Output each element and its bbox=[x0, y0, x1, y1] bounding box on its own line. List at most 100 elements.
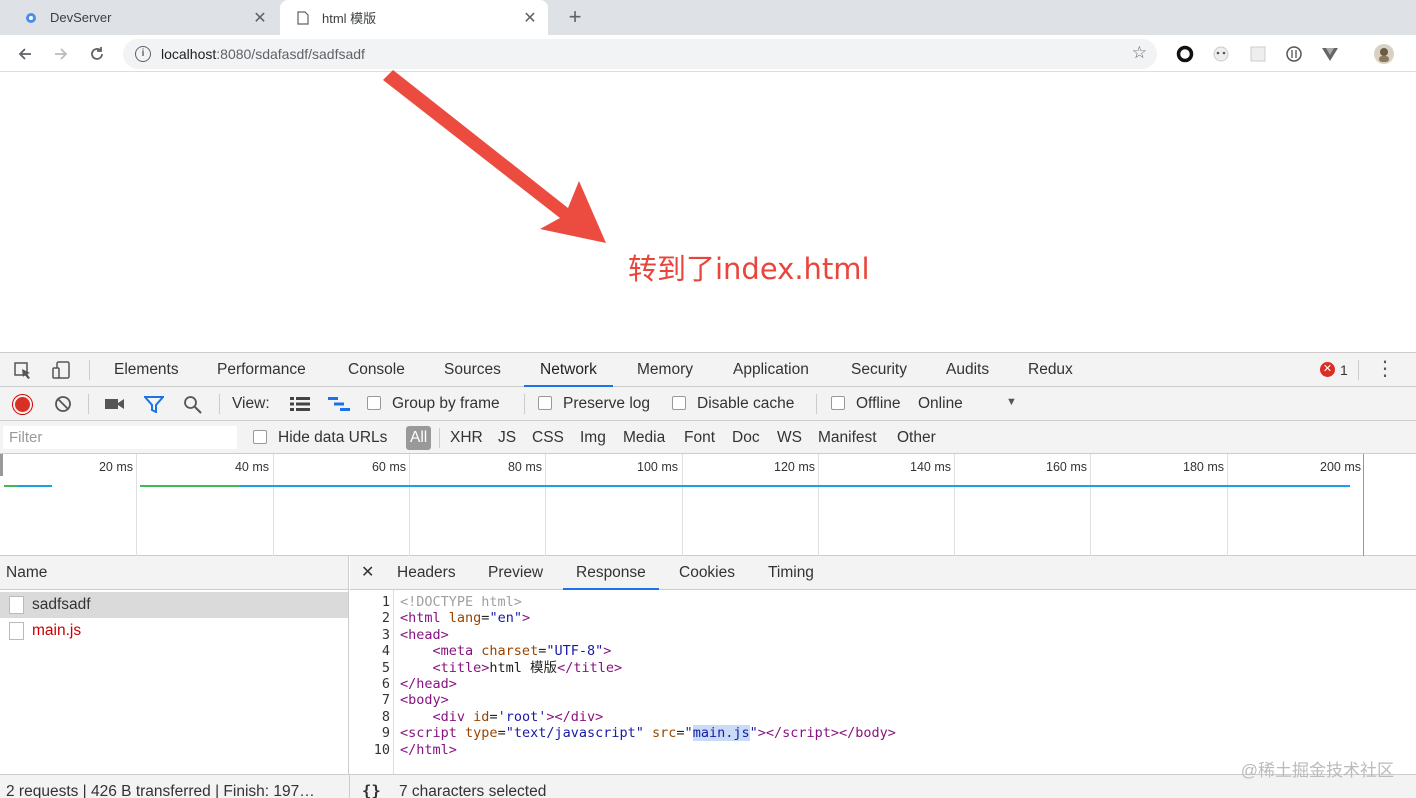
record-icon[interactable] bbox=[13, 395, 32, 414]
gridline bbox=[1227, 454, 1228, 556]
tab-elements[interactable]: Elements bbox=[114, 353, 179, 387]
disable-cache-checkbox[interactable] bbox=[672, 396, 686, 410]
tab-audits[interactable]: Audits bbox=[946, 353, 989, 387]
gridline bbox=[1090, 454, 1091, 556]
tab-security[interactable]: Security bbox=[851, 353, 907, 387]
tab-application[interactable]: Application bbox=[733, 353, 809, 387]
filter-other[interactable]: Other bbox=[897, 429, 936, 447]
request-bar bbox=[140, 485, 1350, 487]
kebab-menu-icon[interactable]: ⋮ bbox=[1375, 353, 1395, 386]
group-by-frame-label: Group by frame bbox=[392, 395, 500, 412]
divider bbox=[816, 394, 817, 414]
filter-all[interactable]: All bbox=[406, 426, 432, 450]
tab-cookies[interactable]: Cookies bbox=[679, 556, 735, 590]
filter-doc[interactable]: Doc bbox=[732, 429, 760, 447]
divider bbox=[349, 775, 350, 798]
line-number: 2 bbox=[381, 610, 390, 627]
large-rows-icon[interactable] bbox=[290, 397, 310, 416]
divider bbox=[1358, 360, 1359, 380]
tick-label: 200 ms bbox=[1320, 460, 1361, 474]
filter-js[interactable]: JS bbox=[498, 429, 516, 447]
tab-response[interactable]: Response bbox=[563, 556, 659, 590]
camera-icon[interactable] bbox=[105, 397, 125, 416]
filter-icon[interactable] bbox=[142, 396, 166, 418]
code-line: <!DOCTYPE html> bbox=[400, 594, 522, 610]
line-number: 1 bbox=[381, 594, 390, 610]
tab-timing[interactable]: Timing bbox=[768, 556, 814, 590]
request-row[interactable]: sadfsadf bbox=[0, 592, 348, 618]
divider bbox=[524, 394, 525, 414]
gridline bbox=[273, 454, 274, 556]
red-arrow-icon bbox=[383, 70, 606, 243]
tab-network[interactable]: Network bbox=[524, 353, 613, 387]
filter-img[interactable]: Img bbox=[580, 429, 606, 447]
dropdown-arrow-icon[interactable]: ▼ bbox=[1006, 396, 1017, 408]
line-number: 9 bbox=[381, 725, 390, 742]
selection-status: 7 characters selected bbox=[399, 783, 547, 798]
overview-handle[interactable] bbox=[0, 454, 3, 476]
throttling-select[interactable]: Online bbox=[918, 395, 963, 413]
tick-label: 20 ms bbox=[98, 460, 133, 474]
filter-input[interactable]: Filter bbox=[3, 426, 237, 449]
tab-memory[interactable]: Memory bbox=[637, 353, 693, 387]
browser-window: DevServer ✕ html 模版 ✕ + i localhost:8080… bbox=[0, 0, 1416, 798]
divider bbox=[88, 394, 89, 414]
tick-label: 80 ms bbox=[507, 460, 542, 474]
gridline bbox=[818, 454, 819, 556]
offline-checkbox[interactable] bbox=[831, 396, 845, 410]
device-toolbar-icon[interactable] bbox=[50, 359, 72, 381]
timeline-overview[interactable]: 20 ms 40 ms 60 ms 80 ms 100 ms 120 ms 14… bbox=[0, 454, 1416, 556]
code-line: <div id='root'></div> bbox=[432, 708, 604, 725]
line-number: 10 bbox=[373, 741, 390, 758]
tick-label: 120 ms bbox=[774, 460, 815, 474]
hide-data-urls-checkbox[interactable] bbox=[253, 430, 267, 444]
name-column-header[interactable]: Name bbox=[0, 556, 349, 590]
line-number: 3 bbox=[381, 626, 390, 643]
pretty-print-icon[interactable]: {} bbox=[362, 782, 381, 798]
close-icon[interactable]: ✕ bbox=[361, 556, 374, 590]
inspect-element-icon[interactable] bbox=[12, 359, 34, 381]
group-by-frame-checkbox[interactable] bbox=[367, 396, 381, 410]
divider bbox=[439, 428, 440, 448]
detail-tabbar: ✕ Headers Preview Response Cookies Timin… bbox=[350, 556, 1416, 590]
error-count[interactable]: 1 bbox=[1340, 353, 1348, 387]
line-number: 8 bbox=[381, 708, 390, 725]
search-icon[interactable] bbox=[183, 395, 202, 419]
devtools-tabbar: Elements Performance Console Sources Net… bbox=[0, 352, 1416, 387]
waterfall-icon[interactable] bbox=[328, 397, 352, 416]
tab-headers[interactable]: Headers bbox=[397, 556, 456, 590]
tab-sources[interactable]: Sources bbox=[444, 353, 501, 387]
tick-label: 40 ms bbox=[234, 460, 269, 474]
response-source[interactable]: 1 2 3 4 5 6 7 8 9 10 <!DOCTYPE html> <ht… bbox=[350, 590, 1416, 774]
gridline bbox=[682, 454, 683, 556]
request-bar bbox=[140, 485, 240, 487]
annotation-text: 转到了index.html bbox=[628, 252, 870, 286]
offline-label: Offline bbox=[856, 395, 901, 412]
code-line: <body> bbox=[400, 692, 449, 709]
request-name: sadfsadf bbox=[32, 596, 91, 613]
clear-icon[interactable] bbox=[54, 395, 72, 418]
tab-performance[interactable]: Performance bbox=[217, 353, 306, 387]
filter-ws[interactable]: WS bbox=[777, 429, 802, 447]
filter-media[interactable]: Media bbox=[623, 429, 665, 447]
tab-preview[interactable]: Preview bbox=[488, 556, 543, 590]
document-icon bbox=[9, 622, 24, 640]
request-row[interactable]: main.js bbox=[0, 618, 348, 644]
filter-manifest[interactable]: Manifest bbox=[818, 429, 877, 447]
tab-redux[interactable]: Redux bbox=[1028, 353, 1073, 387]
line-gutter: 1 2 3 4 5 6 7 8 9 10 bbox=[350, 590, 394, 774]
line-number: 4 bbox=[381, 643, 390, 660]
filter-font[interactable]: Font bbox=[684, 429, 715, 447]
request-list: sadfsadf main.js bbox=[0, 590, 349, 774]
code-line: <title>html 模版</title> bbox=[432, 659, 623, 676]
disable-cache-label: Disable cache bbox=[697, 395, 795, 412]
divider bbox=[89, 360, 90, 380]
tab-console[interactable]: Console bbox=[348, 353, 405, 387]
line-number: 7 bbox=[381, 692, 390, 709]
filter-css[interactable]: CSS bbox=[532, 429, 564, 447]
filter-xhr[interactable]: XHR bbox=[450, 429, 483, 447]
line-number: 6 bbox=[381, 676, 390, 692]
error-icon[interactable]: ✕ bbox=[1320, 362, 1335, 377]
preserve-log-checkbox[interactable] bbox=[538, 396, 552, 410]
request-name: main.js bbox=[32, 622, 82, 639]
